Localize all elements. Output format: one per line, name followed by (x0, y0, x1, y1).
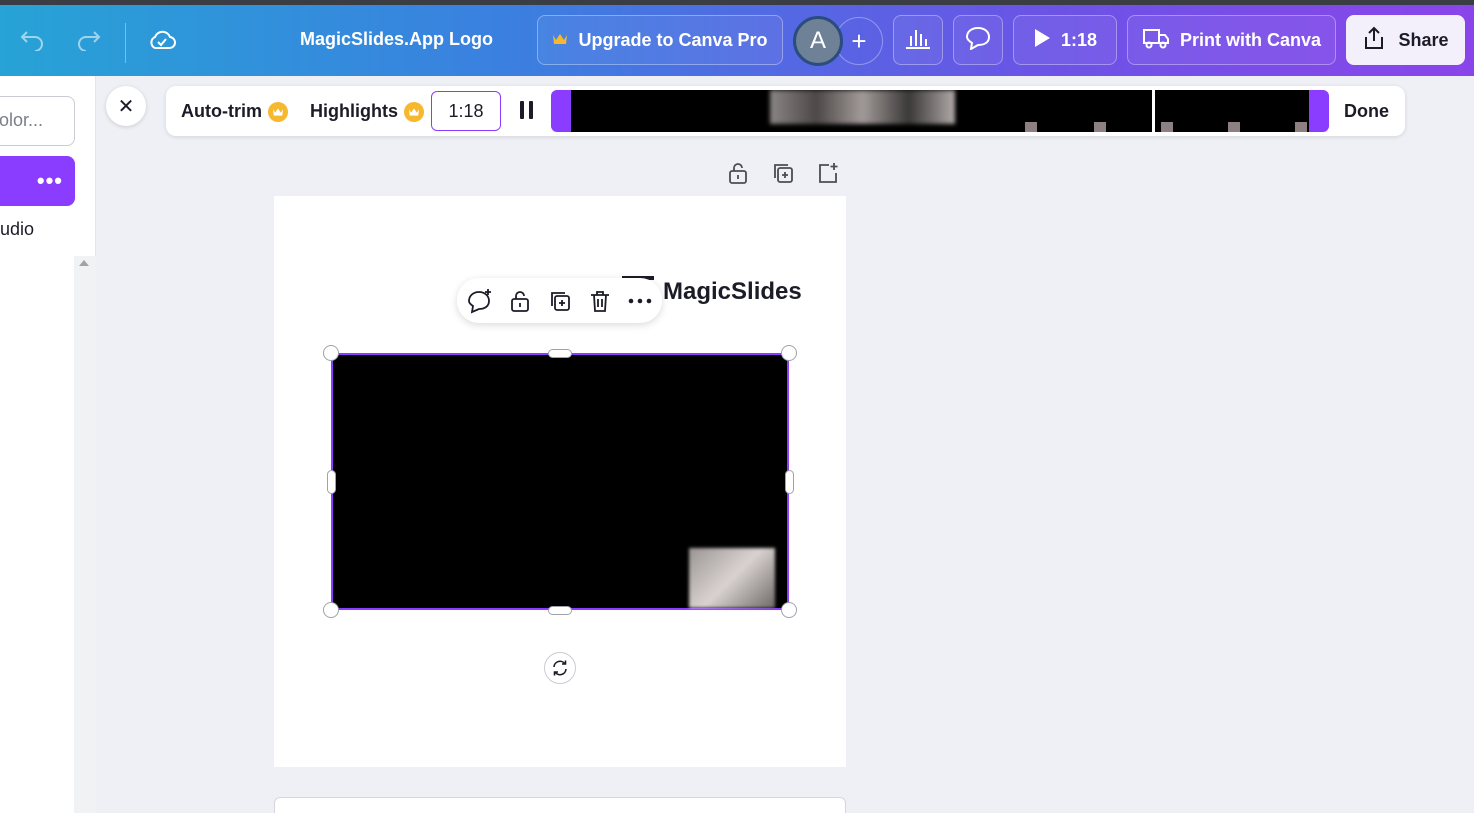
close-icon: ✕ (117, 95, 135, 118)
lock-icon[interactable] (725, 160, 751, 186)
editor-top-bar: MagicSlides.App Logo Upgrade to Canva Pr… (0, 5, 1474, 76)
close-trim-button[interactable]: ✕ (106, 86, 146, 126)
scroll-up-icon[interactable] (79, 260, 89, 266)
cloud-saved-icon[interactable] (147, 25, 177, 55)
redo-icon[interactable] (74, 25, 104, 55)
resize-handle-top-left[interactable] (323, 345, 339, 361)
duplicate-icon[interactable] (547, 288, 573, 314)
pro-crown-icon (267, 101, 288, 122)
filmstrip-frames (571, 90, 1309, 132)
share-button[interactable]: Share (1346, 15, 1465, 65)
left-side-panel: olor... ••• udio (0, 76, 96, 813)
selected-video-element[interactable] (331, 353, 789, 610)
resize-handle-top-right[interactable] (781, 345, 797, 361)
autotrim-label: Auto-trim (181, 101, 262, 121)
video-preview-thumbnail (689, 548, 775, 608)
truck-icon (1142, 27, 1170, 54)
pause-icon[interactable] (516, 101, 536, 121)
lock-icon[interactable] (507, 288, 533, 314)
pro-crown-icon (404, 101, 424, 122)
avatar-initial: A (809, 27, 826, 54)
panel-scrollbar[interactable] (74, 256, 96, 813)
filmstrip-thumbnail (1025, 122, 1037, 132)
resize-handle-left[interactable] (327, 470, 336, 494)
video-trim-toolbar: Auto-trim Highlights 1:18 Done (166, 86, 1405, 136)
done-button[interactable]: Done (1344, 101, 1389, 122)
clip-separator[interactable] (1152, 90, 1155, 132)
highlights-label: Highlights (310, 101, 398, 121)
playhead-time-input[interactable]: 1:18 (431, 91, 501, 131)
present-button[interactable]: 1:18 (1013, 15, 1117, 65)
present-time: 1:18 (1060, 29, 1098, 50)
filmstrip-thumbnail (1094, 122, 1106, 132)
design-title[interactable]: MagicSlides.App Logo (300, 29, 493, 50)
analytics-icon (905, 27, 931, 54)
color-search-input[interactable]: olor... (0, 96, 75, 146)
add-page-icon[interactable] (815, 160, 841, 186)
play-icon (1033, 28, 1051, 53)
resize-handle-bottom[interactable] (548, 606, 572, 615)
upgrade-label: Upgrade to Canva Pro (578, 29, 768, 50)
print-label: Print with Canva (1179, 29, 1322, 50)
audio-label: udio (0, 219, 35, 239)
filmstrip-thumbnail (1161, 122, 1173, 132)
next-design-page[interactable] (274, 797, 846, 813)
crown-icon (552, 30, 568, 51)
add-icon: + (851, 25, 867, 56)
resize-handle-bottom-left[interactable] (323, 602, 339, 618)
more-options-button[interactable]: ••• (0, 156, 75, 206)
analytics-button[interactable] (893, 15, 943, 65)
more-icon: ••• (36, 168, 63, 193)
undo-icon[interactable] (17, 25, 47, 55)
duplicate-page-icon[interactable] (770, 160, 796, 186)
share-label: Share (1398, 29, 1449, 50)
upgrade-button[interactable]: Upgrade to Canva Pro (537, 15, 783, 65)
timeline-filmstrip[interactable] (551, 90, 1329, 132)
toolbar-divider (125, 23, 126, 63)
share-icon (1362, 26, 1386, 55)
resize-handle-bottom-right[interactable] (781, 602, 797, 618)
logo-text[interactable]: MagicSlides (663, 278, 802, 306)
comment-button[interactable] (953, 15, 1003, 65)
avatar[interactable]: A (793, 16, 843, 66)
filmstrip-thumbnail (770, 90, 955, 124)
resize-handle-right[interactable] (785, 470, 794, 494)
more-icon[interactable] (627, 288, 653, 314)
highlights-button[interactable]: Highlights (310, 101, 424, 122)
resize-handle-top[interactable] (548, 349, 572, 358)
add-comment-icon[interactable] (467, 288, 493, 314)
element-toolbar (457, 278, 662, 323)
delete-icon[interactable] (587, 288, 613, 314)
rotate-icon[interactable] (544, 652, 576, 684)
print-button[interactable]: Print with Canva (1127, 15, 1336, 65)
comment-icon (965, 26, 991, 55)
filmstrip-thumbnail (1295, 122, 1307, 132)
filmstrip-thumbnail (1228, 122, 1240, 132)
autotrim-button[interactable]: Auto-trim (181, 101, 288, 122)
